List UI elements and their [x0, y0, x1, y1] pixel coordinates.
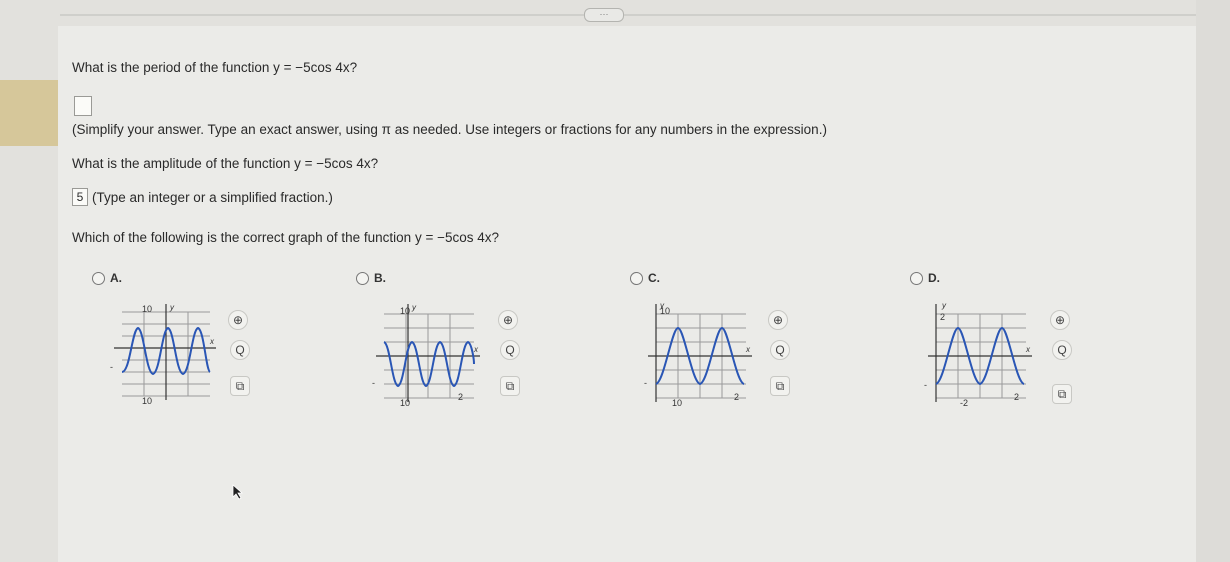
option-c-popout-icon[interactable]: ⧉	[770, 376, 790, 396]
option-d-xright-label: 2	[1014, 392, 1019, 402]
option-d-graph[interactable]: 2 -2 - 2 x y	[924, 300, 1036, 410]
question3-prefix: Which of the following is the correct gr…	[72, 230, 412, 245]
question1-instruction: (Simplify your answer. Type an exact ans…	[72, 122, 827, 137]
option-b-ytop-label: 10	[400, 306, 410, 316]
option-b-xright-label: 2	[458, 392, 463, 402]
question3-function: y = −5cos 4x?	[414, 230, 500, 245]
option-a-zoom-in-icon[interactable]: ⊕	[228, 310, 248, 330]
option-d-zoom-out-icon[interactable]: Q	[1052, 340, 1072, 360]
question3-text: Which of the following is the correct gr…	[72, 230, 499, 245]
option-b-label: B.	[374, 271, 386, 285]
option-b-xneg-label: -	[372, 378, 375, 388]
option-a-zoom-out-icon[interactable]: Q	[230, 340, 250, 360]
option-c-ybottom-label: 10	[672, 398, 682, 408]
option-c-label: C.	[648, 271, 660, 285]
amplitude-answer-input[interactable]: 5	[72, 188, 88, 206]
option-b-zoom-in-icon[interactable]: ⊕	[498, 310, 518, 330]
option-c-radio[interactable]	[630, 272, 643, 285]
option-d-ytop-label: 2	[940, 312, 945, 322]
option-b-radio[interactable]	[356, 272, 369, 285]
option-c-xneg-label: -	[644, 378, 647, 388]
option-a-ytop-label: 10	[142, 304, 152, 314]
option-a-graph[interactable]: 10 10 - x y	[108, 300, 220, 410]
option-c-x-axis-label: x	[745, 345, 751, 354]
option-d-zoom-in-icon[interactable]: ⊕	[1050, 310, 1070, 330]
option-c-graph[interactable]: 10 10 - 2 x y	[644, 300, 756, 410]
option-b-y-axis-label: y	[411, 303, 417, 312]
option-d-x-axis-label: x	[1025, 345, 1031, 354]
question1-text: What is the period of the function y = −…	[72, 60, 357, 75]
expand-dots-button[interactable]: ···	[584, 8, 624, 22]
question2-prefix: What is the amplitude of the function	[72, 156, 291, 171]
option-b-x-axis-label: x	[473, 345, 479, 354]
question2-function: y = −5cos 4x?	[294, 156, 379, 171]
option-a-x-axis-label: x	[209, 337, 215, 346]
period-answer-input[interactable]	[74, 96, 92, 116]
question1-function: y = −5cos 4x?	[273, 60, 358, 75]
option-d-ybottom-label: -2	[960, 398, 968, 408]
option-d-xneg-label: -	[924, 380, 927, 390]
option-c-zoom-out-icon[interactable]: Q	[770, 340, 790, 360]
option-d-radio[interactable]	[910, 272, 923, 285]
option-b-popout-icon[interactable]: ⧉	[500, 376, 520, 396]
option-a-ybottom-label: 10	[142, 396, 152, 406]
question1-prefix: What is the period of the function	[72, 60, 270, 75]
question-panel	[58, 26, 1230, 562]
question2-text: What is the amplitude of the function y …	[72, 156, 378, 171]
option-b-ybottom-label: 10	[400, 398, 410, 408]
option-a-popout-icon[interactable]: ⧉	[230, 376, 250, 396]
mouse-cursor-icon	[232, 484, 244, 500]
option-b-graph[interactable]: 10 10 - 2 x y	[372, 300, 484, 410]
option-d-y-axis-label: y	[941, 301, 947, 310]
question2-instruction: (Type an integer or a simplified fractio…	[92, 190, 333, 205]
option-d-popout-icon[interactable]: ⧉	[1052, 384, 1072, 404]
top-divider	[60, 14, 1220, 16]
right-edge	[1196, 0, 1230, 562]
option-c-xright-label: 2	[734, 392, 739, 402]
option-d-label: D.	[928, 271, 940, 285]
option-a-y-axis-label: y	[169, 303, 175, 312]
option-a-xneg-label: -	[110, 362, 113, 372]
option-a-label: A.	[110, 271, 122, 285]
option-b-zoom-out-icon[interactable]: Q	[500, 340, 520, 360]
option-a-radio[interactable]	[92, 272, 105, 285]
current-question-marker	[0, 80, 58, 146]
option-c-zoom-in-icon[interactable]: ⊕	[768, 310, 788, 330]
